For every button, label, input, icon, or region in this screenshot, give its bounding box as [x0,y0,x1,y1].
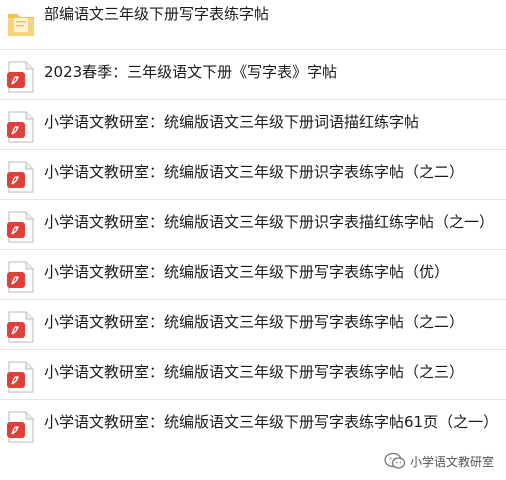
file-name: 小学语文教研室：统编版语文三年级下册词语描红练字帖 [44,113,420,131]
file-name: 小学语文教研室：统编版语文三年级下册写字表练字帖61页（之一） [44,413,499,431]
watermark-text: 小学语文教研室 [409,454,494,469]
file-name: 小学语文教研室：统编版语文三年级下册识字表描红练字帖（之一） [44,213,495,231]
file-name: 部编语文三年级下册写字表练字帖 [44,5,270,23]
file-name: 小学语文教研室：统编版语文三年级下册写字表练字帖（之三） [44,363,465,381]
file-row-folder[interactable]: 部编语文三年级下册写字表练字帖 [0,0,506,50]
folder-icon [6,6,36,40]
file-row-pdf[interactable]: 小学语文教研室：统编版语文三年级下册写字表练字帖（优） [0,250,506,300]
pdf-icon [6,360,36,394]
wechat-icon [384,452,406,470]
file-row-pdf[interactable]: 小学语文教研室：统编版语文三年级下册写字表练字帖（之二） [0,300,506,350]
watermark: 小学语文教研室 [384,452,494,470]
file-row-pdf[interactable]: 小学语文教研室：统编版语文三年级下册写字表练字帖61页（之一） [0,400,506,450]
file-row-pdf[interactable]: 2023春季：三年级语文下册《写字表》字帖 [0,50,506,100]
pdf-icon [6,60,36,94]
file-name: 小学语文教研室：统编版语文三年级下册写字表练字帖（优） [44,263,450,281]
file-row-pdf[interactable]: 小学语文教研室：统编版语文三年级下册写字表练字帖（之三） [0,350,506,400]
pdf-icon [6,210,36,244]
pdf-icon [6,310,36,344]
pdf-icon [6,410,36,444]
file-name: 小学语文教研室：统编版语文三年级下册写字表练字帖（之二） [44,313,465,331]
pdf-icon [6,160,36,194]
file-row-pdf[interactable]: 小学语文教研室：统编版语文三年级下册识字表练字帖（之二） [0,150,506,200]
file-row-pdf[interactable]: 小学语文教研室：统编版语文三年级下册词语描红练字帖 [0,100,506,150]
file-name: 小学语文教研室：统编版语文三年级下册识字表练字帖（之二） [44,163,465,181]
file-list: 部编语文三年级下册写字表练字帖 2023春季：三年级语文下册《写字表》字帖 小学… [0,0,506,450]
file-row-pdf[interactable]: 小学语文教研室：统编版语文三年级下册识字表描红练字帖（之一） [0,200,506,250]
file-name: 2023春季：三年级语文下册《写字表》字帖 [44,63,338,81]
pdf-icon [6,110,36,144]
pdf-icon [6,260,36,294]
